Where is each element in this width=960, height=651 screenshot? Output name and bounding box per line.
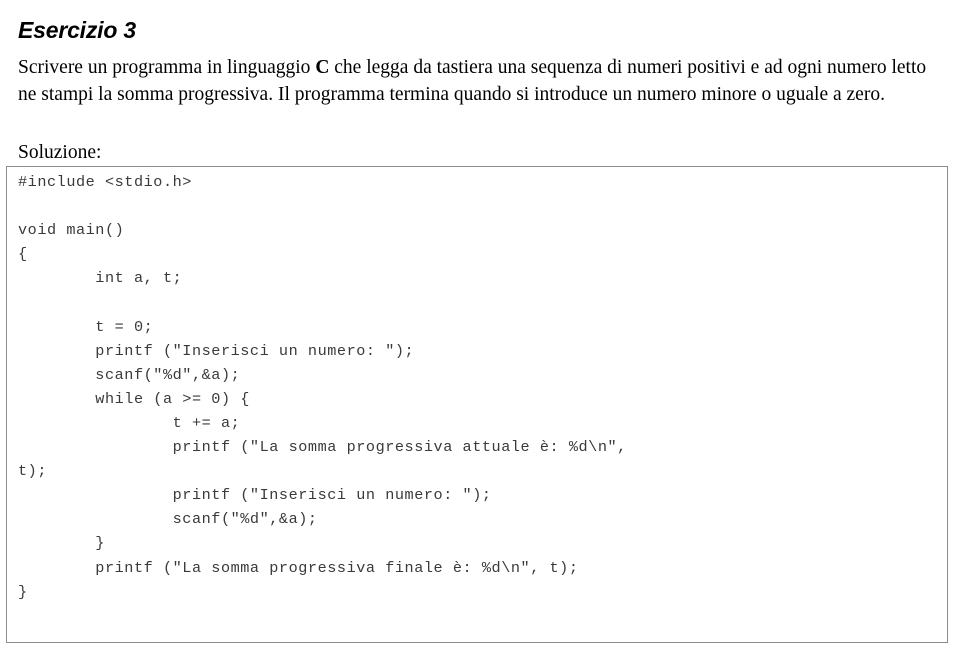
code-line: scanf("%d",&a); — [18, 365, 241, 384]
code-line: scanf("%d",&a); — [18, 510, 318, 529]
code-line: t); — [18, 462, 47, 481]
statement-text-before-keyword: Scrivere un programma in linguaggio — [18, 56, 316, 78]
code-line: printf ("La somma progressiva attuale è:… — [18, 438, 627, 457]
code-line: #include <stdio.h> — [18, 173, 192, 191]
code-line: t = 0; — [18, 317, 154, 336]
code-line: } — [18, 582, 28, 601]
code-line: while (a >= 0) { — [18, 389, 250, 408]
code-line: printf ("Inserisci un numero: "); — [18, 341, 415, 360]
code-line: t += a; — [18, 413, 241, 432]
code-line: { — [18, 245, 28, 264]
code-line: printf ("Inserisci un numero: "); — [18, 486, 492, 505]
page-title: Esercizio 3 — [18, 17, 136, 44]
language-keyword-c: C — [315, 56, 330, 78]
exercise-statement: Scrivere un programma in linguaggio C ch… — [18, 54, 938, 109]
document-page: Esercizio 3 Scrivere un programma in lin… — [0, 0, 960, 651]
code-line: int a, t; — [18, 269, 183, 288]
solution-label: Soluzione: — [18, 142, 102, 163]
code-line: printf ("La somma progressiva finale è: … — [18, 558, 579, 577]
code-line: void main() — [18, 221, 125, 240]
code-line: } — [18, 534, 105, 553]
code-listing: #include <stdio.h> void main() { int a, t… — [18, 170, 947, 604]
code-block: #include <stdio.h> void main() { int a, t… — [6, 166, 948, 643]
